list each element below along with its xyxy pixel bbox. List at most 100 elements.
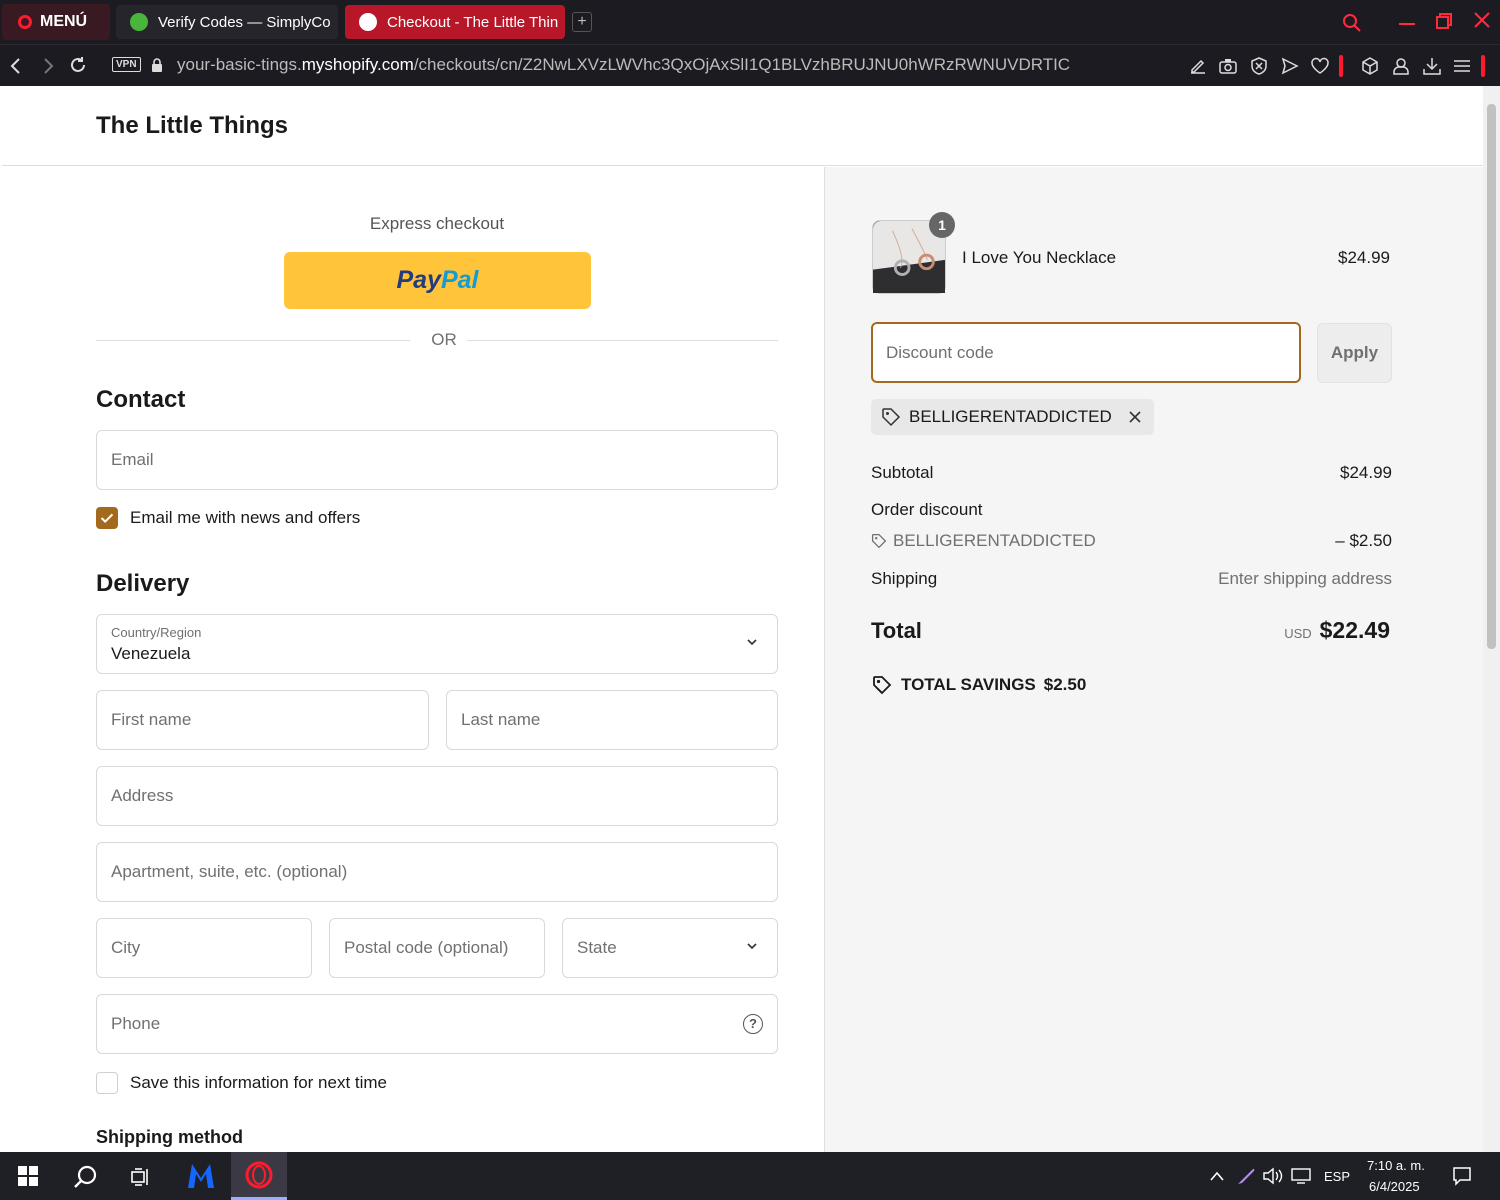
back-icon[interactable] (8, 57, 24, 75)
store-name[interactable]: The Little Things (96, 112, 288, 140)
save-info-checkbox[interactable] (96, 1072, 118, 1094)
send-icon[interactable] (1281, 57, 1299, 75)
chevron-up-icon[interactable] (1209, 1170, 1225, 1182)
pen-icon[interactable] (1236, 1166, 1256, 1186)
app-m-icon[interactable] (186, 1162, 216, 1190)
express-checkout-label: Express checkout (369, 214, 505, 233)
checkout-form-column: Express checkout Pay Pal OR Contact Email… (2, 167, 824, 1152)
download-icon[interactable] (1423, 57, 1441, 75)
product-name: I Love You Necklace (962, 248, 1117, 267)
contact-heading: Contact (96, 386, 186, 413)
windows-start-icon[interactable] (18, 1166, 38, 1186)
tag-icon (882, 408, 901, 427)
order-discount-row: Order discount (871, 500, 1392, 520)
search-tabs-icon[interactable] (1342, 13, 1362, 33)
clock-time[interactable]: 7:10 a. m. (1367, 1158, 1425, 1173)
order-discount-code: BELLIGERENTADDICTED (871, 531, 1392, 551)
newsletter-checkbox[interactable] (96, 507, 118, 529)
tab-title: Checkout - The Little Thin (387, 13, 559, 31)
discount-code-input[interactable] (873, 324, 1299, 381)
volume-icon[interactable] (1263, 1167, 1283, 1185)
total-value: USD $22.49 (1284, 617, 1390, 644)
tab-title: Verify Codes — SimplyCo (158, 13, 331, 31)
remove-discount-icon[interactable] (1128, 410, 1142, 424)
or-separator: OR (431, 330, 457, 349)
opera-menu-button[interactable]: MENÚ (2, 4, 110, 40)
delivery-heading: Delivery (96, 570, 190, 597)
help-icon[interactable]: ? (743, 1014, 763, 1034)
search-icon[interactable] (73, 1164, 99, 1190)
tab-favicon-icon (130, 13, 148, 31)
apartment-input[interactable] (97, 843, 777, 901)
new-tab-button[interactable]: + (572, 12, 592, 32)
phone-input[interactable] (97, 995, 777, 1053)
easy-setup-icon[interactable] (1453, 57, 1471, 75)
email-input[interactable] (97, 431, 777, 489)
newsletter-option[interactable]: Email me with news and offers (96, 507, 360, 529)
discount-code-field[interactable] (871, 322, 1301, 383)
separator (1339, 55, 1343, 77)
email-field[interactable] (96, 430, 778, 490)
save-info-option[interactable]: Save this information for next time (96, 1072, 387, 1094)
address-input[interactable] (97, 767, 777, 825)
lock-icon[interactable] (151, 58, 163, 72)
phone-field[interactable]: ? (96, 994, 778, 1054)
first-name-field[interactable] (96, 690, 429, 750)
paypal-button[interactable]: Pay Pal (284, 252, 591, 309)
address-bar: VPN your-basic-tings.myshopify.com/check… (0, 44, 1500, 86)
last-name-input[interactable] (447, 691, 777, 749)
country-select[interactable]: Country/Region Venezuela (96, 614, 778, 674)
total-savings: TOTAL SAVINGS $2.50 (871, 674, 1086, 696)
clock-date[interactable]: 6/4/2025 (1369, 1179, 1420, 1194)
profile-icon[interactable] (1392, 57, 1410, 75)
city-field[interactable] (96, 918, 312, 978)
url-domain: myshopify.com (301, 55, 414, 74)
url-text[interactable]: your-basic-tings.myshopify.com/checkouts… (177, 55, 1070, 75)
menu-label: MENÚ (40, 13, 88, 30)
apply-discount-button[interactable]: Apply (1317, 323, 1392, 383)
opera-logo-icon (18, 15, 32, 29)
forward-icon[interactable] (40, 57, 56, 75)
close-window-icon[interactable] (1473, 11, 1491, 29)
divider (96, 340, 410, 341)
postal-code-input[interactable] (330, 919, 544, 977)
divider (467, 340, 778, 341)
total-label: Total (871, 618, 922, 643)
tab-verify-codes[interactable]: Verify Codes — SimplyCo (116, 5, 338, 39)
savings-label: TOTAL SAVINGS (901, 675, 1036, 694)
heart-icon[interactable] (1311, 57, 1329, 75)
shield-icon[interactable] (1250, 57, 1268, 75)
subtotal-label: Subtotal (871, 463, 934, 482)
total-currency: USD (1284, 626, 1312, 641)
task-view-icon[interactable] (130, 1166, 152, 1188)
camera-icon[interactable] (1219, 57, 1237, 75)
shipping-method-heading: Shipping method (96, 1127, 243, 1147)
minimize-icon[interactable] (1397, 12, 1417, 32)
address-field[interactable] (96, 766, 778, 826)
chevron-down-icon (747, 943, 757, 950)
edit-share-icon[interactable] (1189, 57, 1207, 75)
apartment-field[interactable] (96, 842, 778, 902)
order-discount-value: – $2.50 (1335, 531, 1392, 550)
network-icon[interactable] (1291, 1167, 1311, 1185)
quantity-badge: 1 (929, 212, 955, 238)
vpn-badge[interactable]: VPN (112, 57, 141, 72)
shipping-label: Shipping (871, 569, 938, 588)
cube-icon[interactable] (1361, 57, 1379, 75)
city-input[interactable] (97, 919, 311, 977)
subtotal-row: Subtotal $24.99 (871, 463, 1392, 483)
notifications-icon[interactable] (1452, 1166, 1472, 1186)
language-indicator[interactable]: ESP (1324, 1169, 1350, 1184)
tab-checkout[interactable]: Checkout - The Little Thin (345, 5, 565, 39)
total-amount: $22.49 (1319, 617, 1390, 643)
state-select[interactable]: State (562, 918, 778, 978)
sidebar-indicator (1481, 55, 1485, 77)
restore-icon[interactable] (1435, 12, 1453, 30)
scrollbar-thumb[interactable] (1487, 104, 1496, 649)
reload-icon[interactable] (69, 56, 87, 74)
first-name-input[interactable] (97, 691, 428, 749)
last-name-field[interactable] (446, 690, 778, 750)
savings-tag-icon (873, 676, 892, 695)
postal-code-field[interactable] (329, 918, 545, 978)
opera-taskbar-button[interactable] (231, 1152, 287, 1200)
